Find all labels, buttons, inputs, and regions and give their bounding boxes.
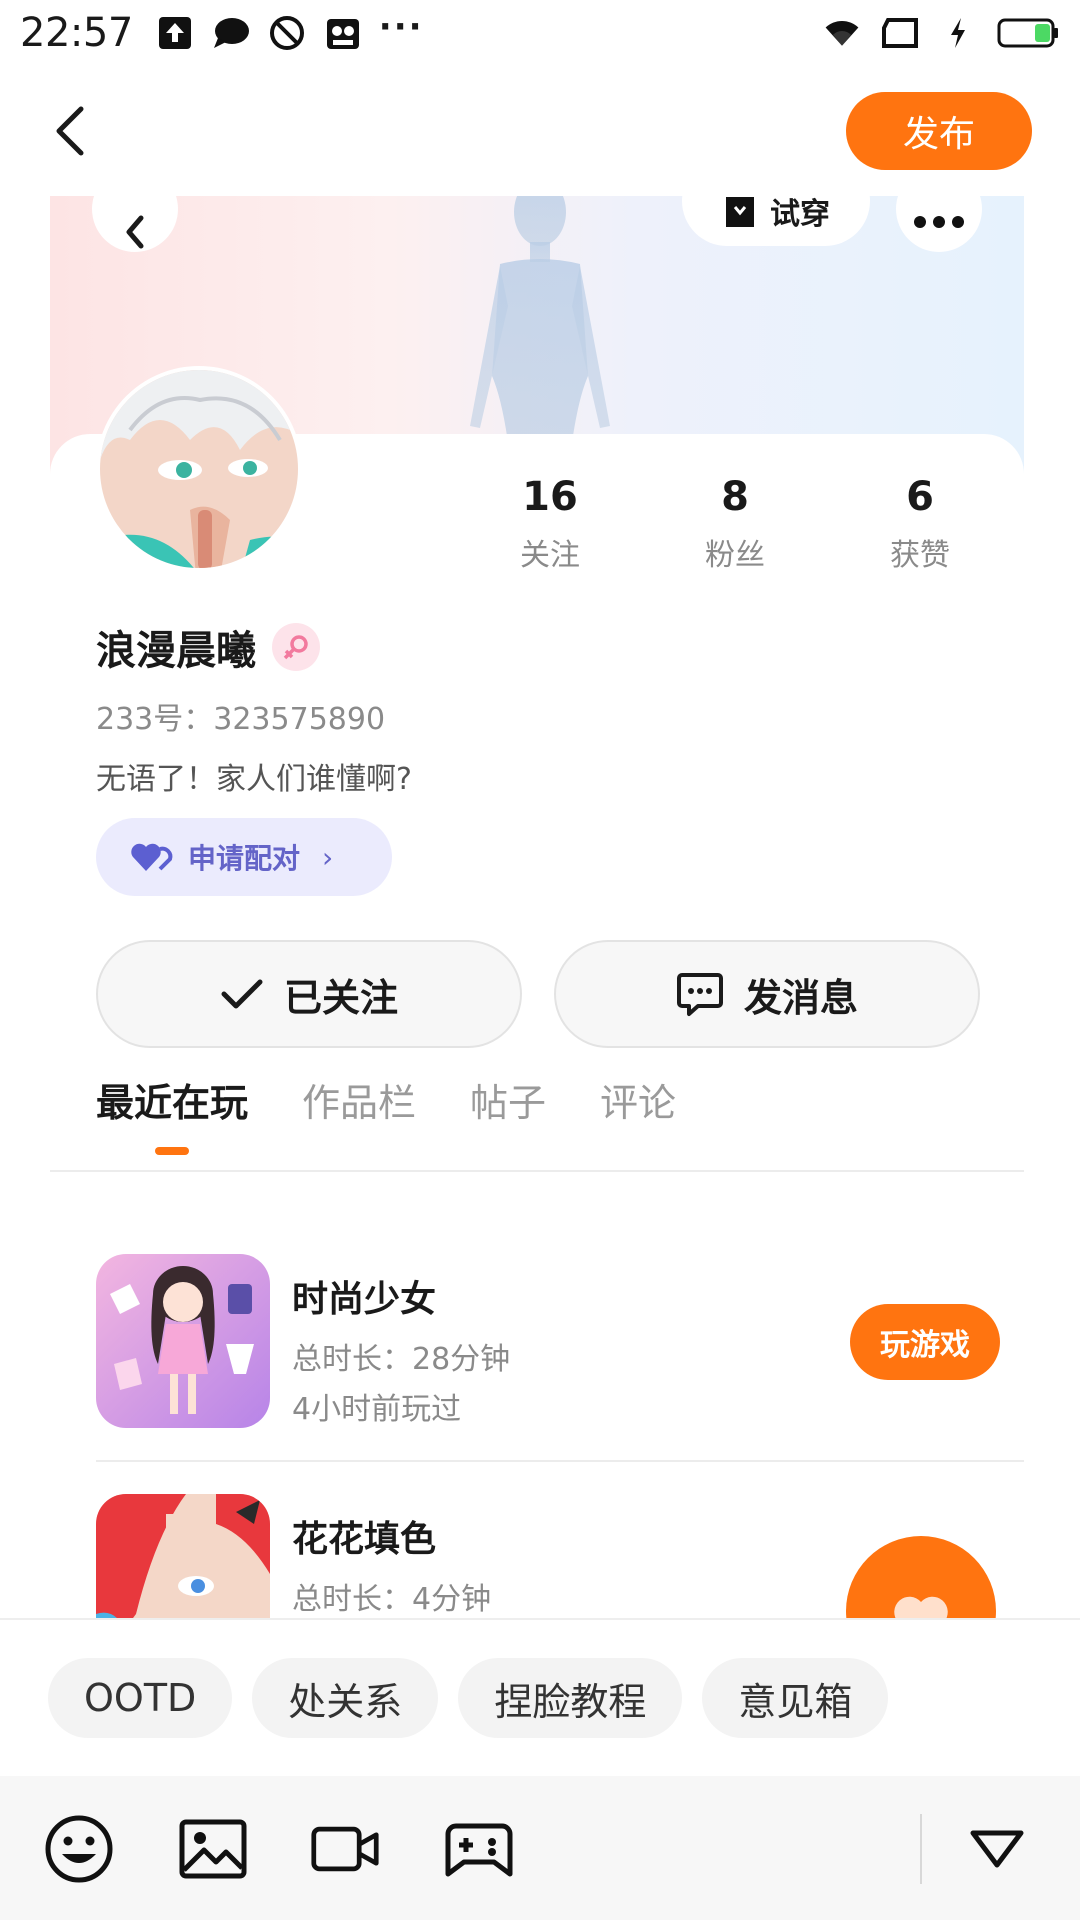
send-message-label: 发消息: [743, 975, 858, 1020]
active-tab-indicator: [155, 1147, 189, 1155]
back-button[interactable]: [44, 100, 96, 162]
stat-following[interactable]: 16 关注: [490, 474, 610, 574]
more-options-button[interactable]: [896, 196, 982, 252]
profile-actions: 已关注 发消息: [96, 940, 980, 1048]
top-app-bar: 发布: [0, 70, 1080, 190]
gamepad-icon: [445, 1823, 513, 1877]
composer-toolbar: [0, 1776, 1080, 1920]
stat-value: 8: [721, 474, 749, 520]
user-bio: 无语了！家人们谁懂啊?: [96, 762, 412, 797]
name-row: 浪漫晨曦: [96, 618, 320, 676]
tabs-divider: [50, 1170, 1024, 1172]
cat-icon: [323, 13, 363, 53]
followed-button[interactable]: 已关注: [96, 940, 522, 1048]
stat-fans[interactable]: 8 粉丝: [675, 474, 795, 574]
publish-button[interactable]: 发布: [846, 92, 1032, 170]
apply-pair-label: 申请配对: [188, 842, 301, 875]
game-play-duration: 总时长：4分钟: [292, 1582, 492, 1617]
game-list-item[interactable]: 时尚少女 总时长：28分钟 4小时前玩过 玩游戏: [96, 1254, 1000, 1432]
more-dots-icon: [914, 216, 964, 228]
username: 浪漫晨曦: [96, 628, 256, 674]
game-play-duration: 总时长：28分钟: [292, 1342, 511, 1377]
topic-chip[interactable]: OOTD: [48, 1658, 233, 1738]
charging-icon: [938, 13, 978, 53]
bottom-divider: [0, 1618, 1080, 1620]
game-title: 花花填色: [292, 1519, 437, 1560]
battery-icon: [996, 13, 1060, 53]
block-icon: [267, 13, 307, 53]
game-icon-fashion-girl: [96, 1254, 270, 1428]
tab-recently-played[interactable]: 最近在玩: [96, 1072, 249, 1155]
play-game-button[interactable]: 玩游戏: [850, 1304, 1000, 1380]
followed-label: 已关注: [283, 975, 398, 1020]
screen-cast-icon: [880, 13, 920, 53]
emoji-button[interactable]: [44, 1814, 114, 1884]
stat-label: 关注: [520, 538, 580, 573]
stat-likes[interactable]: 6 获赞: [860, 474, 980, 574]
topic-chips: OOTD 处关系 捏脸教程 意见箱: [48, 1658, 889, 1738]
game-button[interactable]: [444, 1814, 514, 1884]
shared-profile-card[interactable]: 试穿 16 关注 8 粉丝 6 获赞 浪漫晨曦 233号：323575890 无…: [50, 196, 1024, 1618]
video-button[interactable]: [310, 1814, 380, 1884]
game-icon-flower-coloring: [96, 1494, 270, 1618]
user-id: 233号：323575890: [96, 702, 386, 737]
list-divider: [96, 1460, 1024, 1462]
tab-posts[interactable]: 帖子: [470, 1072, 546, 1151]
chat-bubble-icon: [211, 13, 251, 53]
game-last-played: 4小时前玩过: [292, 1392, 462, 1427]
try-on-button[interactable]: 试穿: [682, 196, 870, 246]
try-on-label: 试穿: [770, 197, 830, 232]
upload-icon: [155, 13, 195, 53]
tab-label: 帖子: [470, 1081, 547, 1125]
toolbar-separator: [920, 1814, 922, 1884]
tab-label: 作品栏: [302, 1081, 417, 1125]
apply-pair-button[interactable]: 申请配对 ›: [96, 818, 392, 896]
stat-value: 6: [906, 474, 934, 520]
topic-chip[interactable]: 捏脸教程: [458, 1658, 683, 1738]
topic-chip[interactable]: 意见箱: [702, 1658, 889, 1738]
card-back-button[interactable]: [92, 196, 178, 252]
female-gender-icon: [272, 623, 320, 671]
tab-comments[interactable]: 评论: [600, 1072, 676, 1151]
stat-value: 16: [522, 474, 578, 520]
topic-chip[interactable]: 处关系: [252, 1658, 439, 1738]
profile-stats: 16 关注 8 粉丝 6 获赞: [490, 474, 980, 574]
collapse-button[interactable]: [962, 1814, 1032, 1884]
tab-label: 最近在玩: [96, 1081, 249, 1125]
status-time: 22:57: [20, 10, 133, 56]
message-icon: [676, 973, 723, 1016]
floating-action-button[interactable]: [846, 1536, 996, 1618]
stat-label: 粉丝: [705, 538, 765, 573]
more-dots-icon: ···: [378, 7, 424, 47]
stat-label: 获赞: [890, 538, 950, 573]
status-bar: 22:57 ···: [0, 0, 1080, 66]
video-camera-icon: [311, 1826, 379, 1872]
triangle-down-icon: [970, 1830, 1024, 1868]
shirt-icon: [726, 197, 754, 227]
check-icon: [221, 979, 263, 1009]
chevron-left-icon: [56, 106, 84, 156]
tab-label: 评论: [600, 1081, 677, 1125]
tab-works[interactable]: 作品栏: [302, 1072, 416, 1151]
send-message-button[interactable]: 发消息: [554, 940, 980, 1048]
image-icon: [179, 1819, 247, 1879]
chevron-right-icon: ›: [322, 840, 334, 874]
image-button[interactable]: [178, 1814, 248, 1884]
heart-icon: [131, 843, 173, 871]
chevron-left-icon: [126, 215, 144, 249]
emoji-icon: [45, 1815, 113, 1883]
heart-icon: [894, 1596, 948, 1618]
anime-avatar-image: [100, 370, 298, 568]
profile-tabs: 最近在玩 作品栏 帖子 评论: [96, 1072, 676, 1155]
wifi-icon: [822, 13, 862, 53]
game-title: 时尚少女: [292, 1279, 437, 1320]
avatar[interactable]: [96, 366, 302, 572]
